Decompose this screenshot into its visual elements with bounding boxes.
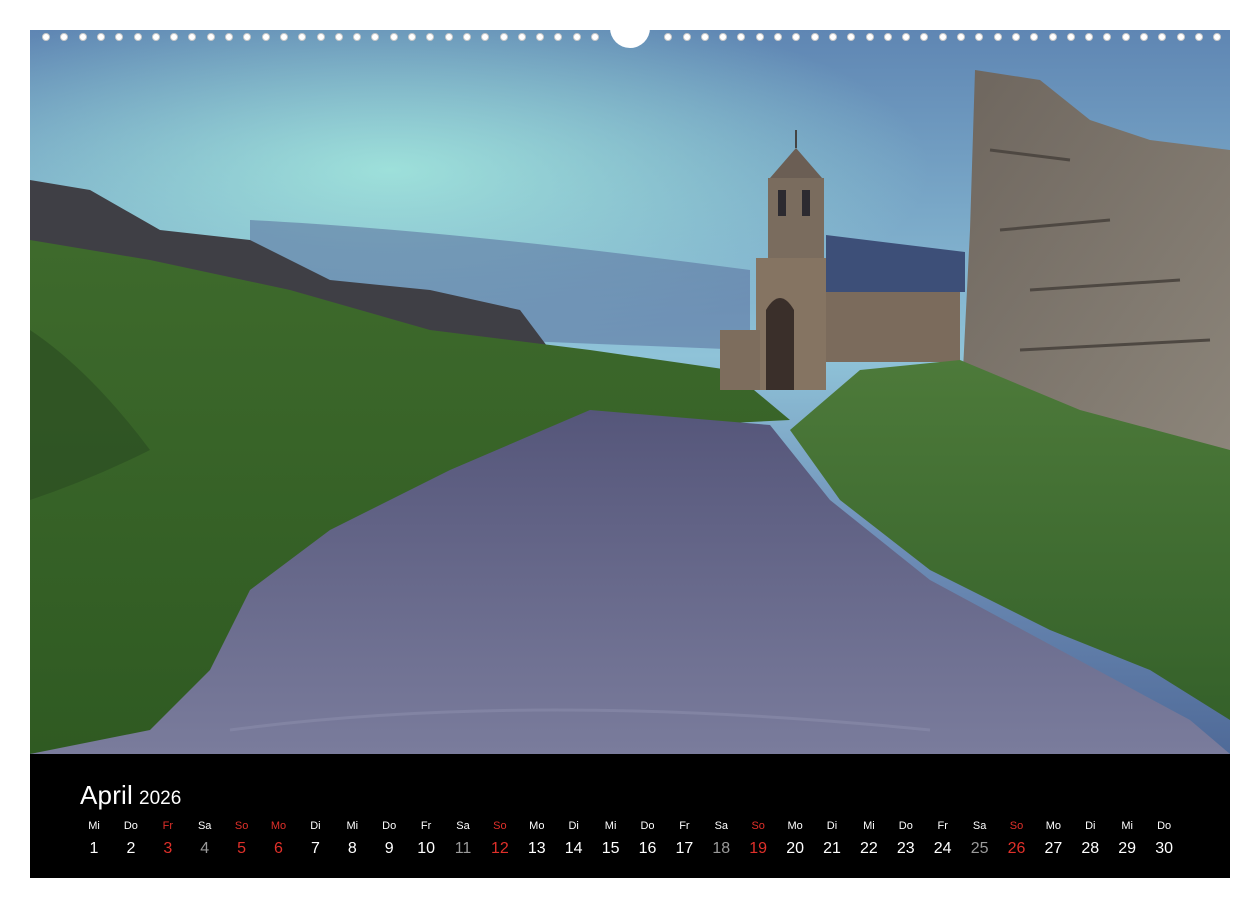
day-number: 30	[1155, 840, 1173, 857]
day-number: 14	[564, 840, 583, 857]
weekday-label: Di	[568, 820, 579, 832]
weekday-label: So	[751, 820, 765, 832]
day-number: 8	[347, 840, 357, 857]
weekday-label: Fr	[162, 820, 173, 832]
day-number: 21	[823, 840, 841, 857]
weekday-label: Di	[826, 820, 838, 832]
weekday-label: Sa	[972, 820, 987, 832]
weekday-label: Fr	[420, 820, 432, 832]
weekday-label: Mo	[529, 820, 545, 832]
day-number: 27	[1044, 840, 1063, 857]
weekday-label: Mi	[604, 820, 617, 832]
day-number: 25	[970, 840, 989, 857]
day-number: 23	[896, 840, 915, 857]
weekday-label: Do	[898, 820, 913, 832]
day-number: 11	[454, 840, 472, 857]
weekday-label: Do	[123, 820, 138, 832]
day-number: 17	[675, 840, 694, 857]
day-number: 18	[712, 840, 731, 857]
day-number: 2	[126, 840, 136, 857]
landscape-photo	[30, 30, 1230, 754]
day-number: 24	[933, 840, 952, 857]
weekday-label: Sa	[197, 820, 212, 832]
weekday-label: Mi	[88, 820, 100, 832]
day-row: Mi 1 Do 2 Fr 3 Sa 4 So 5 Mo 6 Di 7 Mi 8 Do 9 Fr 10 Sa 11 So 12 M…	[30, 754, 1230, 878]
weekday-label: Mo	[1045, 820, 1062, 832]
weekday-label: Di	[310, 820, 321, 832]
weekday-label: So	[1009, 820, 1024, 832]
weekday-label: Di	[1085, 820, 1096, 832]
calendar-strip: April 2026 Mi 1 Do 2 Fr 3 Sa 4 So 5 Mo 6 Di 7 Mi 8 Do 9 Fr 1…	[30, 754, 1230, 878]
day-number: 5	[237, 840, 247, 857]
day-number: 12	[490, 840, 509, 857]
day-number: 4	[200, 840, 210, 857]
day-number: 6	[274, 840, 283, 857]
day-number: 26	[1007, 840, 1026, 857]
day-number: 9	[384, 840, 394, 857]
weekday-label: So	[234, 820, 249, 832]
weekday-label: Mi	[863, 820, 875, 832]
weekday-label: Fr	[679, 820, 690, 832]
day-number: 28	[1081, 840, 1100, 857]
day-number: 20	[786, 840, 804, 857]
calendar-page: April 2026 Mi 1 Do 2 Fr 3 Sa 4 So 5 Mo 6 Di 7 Mi 8 Do 9 Fr 1…	[30, 30, 1230, 878]
day-number: 7	[310, 840, 320, 857]
day-number: 22	[859, 840, 878, 857]
day-number: 19	[749, 840, 768, 857]
church-path-illustration	[30, 30, 1230, 754]
day-number: 10	[417, 840, 435, 857]
day-number: 29	[1118, 840, 1137, 857]
weekday-label: Sa	[714, 820, 729, 832]
weekday-label: Mo	[787, 820, 803, 832]
weekday-label: Sa	[456, 820, 470, 832]
weekday-label: Do	[640, 820, 655, 832]
weekday-label: Do	[382, 820, 397, 832]
day-number: 16	[638, 840, 657, 857]
weekday-label: Do	[1157, 820, 1172, 832]
day-number: 15	[601, 840, 620, 857]
weekday-label: Mi	[346, 820, 359, 832]
weekday-label: So	[493, 820, 507, 832]
weekday-label: Mi	[1121, 820, 1133, 832]
day-number: 1	[89, 840, 99, 857]
day-number: 13	[527, 840, 546, 857]
weekday-label: Fr	[937, 820, 948, 832]
weekday-label: Mo	[270, 820, 287, 832]
day-number: 3	[163, 840, 173, 857]
